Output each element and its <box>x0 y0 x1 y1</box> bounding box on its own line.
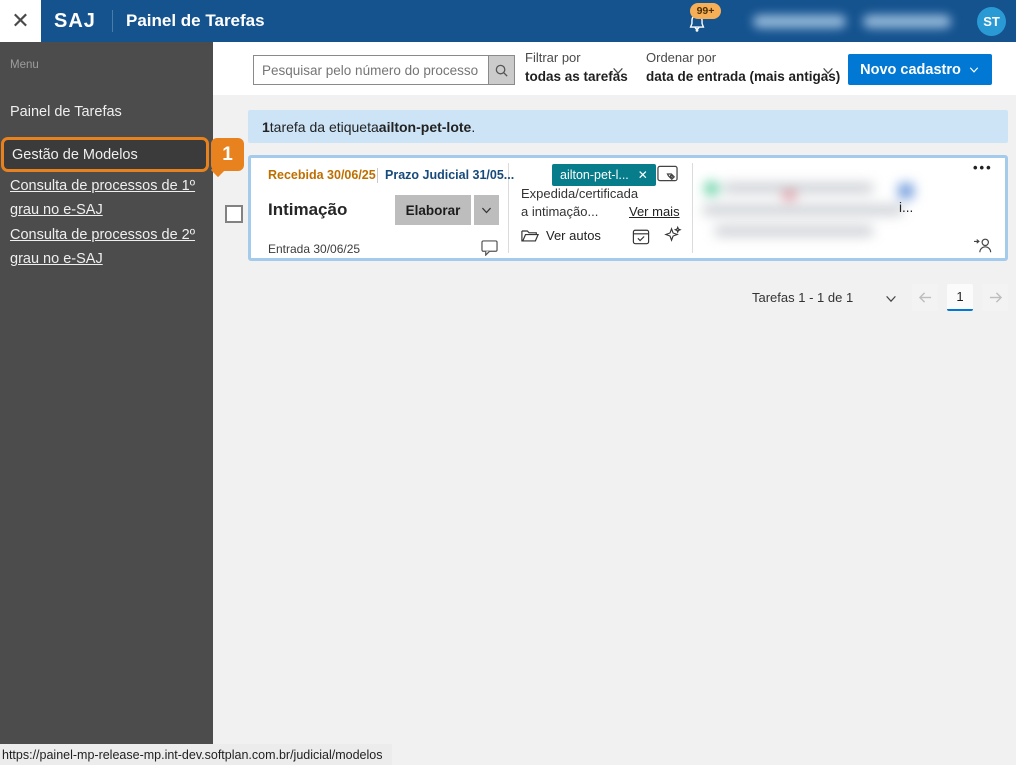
sidebar-item-consulta-2-grau[interactable]: Consulta de processos de 2º grau no e-SA… <box>10 223 208 271</box>
sidebar-item-gestao-de-modelos[interactable]: Gestão de Modelos <box>1 137 209 172</box>
sort-label: Ordenar por <box>646 50 717 65</box>
ver-autos-label: Ver autos <box>546 228 601 243</box>
elaborar-dropdown-button[interactable] <box>474 195 499 225</box>
ver-autos-link[interactable]: Ver autos <box>521 228 601 243</box>
tag-chip-label: ailton-pet-l... <box>560 168 629 182</box>
banner-period: . <box>471 118 476 135</box>
banner-text: tarefa da etiqueta <box>269 118 379 135</box>
topbar-divider <box>112 10 113 32</box>
elaborar-button[interactable]: Elaborar <box>395 195 471 225</box>
chevron-down-icon <box>481 207 492 213</box>
annotation-badge-1: 1 <box>211 138 244 171</box>
arrow-right-icon <box>989 292 1002 303</box>
previous-page-button[interactable] <box>912 284 938 311</box>
ver-mais-link[interactable]: Ver mais <box>629 204 680 219</box>
comment-icon[interactable] <box>481 240 498 256</box>
novo-cadastro-label: Novo cadastro <box>860 61 961 78</box>
app-window: ✕ SAJ Painel de Tarefas 99+ ST Menu Pain… <box>0 0 1016 765</box>
status-bar-url: https://painel-mp-release-mp.int-dev.sof… <box>0 744 392 765</box>
truncated-text: i... <box>899 200 914 215</box>
redacted-text-line <box>703 205 903 215</box>
open-folder-icon <box>521 230 539 242</box>
received-date: Recebida 30/06/25 <box>268 168 376 182</box>
redacted-highlight <box>899 184 913 198</box>
redacted-user-name <box>753 15 846 28</box>
redacted-user-role <box>863 15 951 28</box>
redacted-text-line <box>723 183 873 193</box>
chevron-down-icon[interactable] <box>884 292 898 306</box>
tag-chip[interactable]: ailton-pet-l... ✕ <box>552 164 656 186</box>
task-checkbox[interactable] <box>225 205 243 223</box>
card-divider <box>692 163 693 253</box>
chevron-down-icon[interactable] <box>611 64 625 78</box>
sidebar-item-label: Gestão de Modelos <box>12 146 138 163</box>
chevron-down-icon <box>969 66 979 73</box>
page-title: Painel de Tarefas <box>126 11 265 30</box>
assign-person-icon[interactable] <box>973 236 993 254</box>
search-area <box>253 55 515 85</box>
sidebar: Menu Painel de Tarefas Gestão de Modelos… <box>0 42 213 765</box>
saj-logo[interactable]: SAJ <box>54 0 96 42</box>
close-icon[interactable]: ✕ <box>0 0 41 42</box>
banner-tag-name: ailton-pet-lote <box>378 118 472 135</box>
manage-tags-icon[interactable] <box>657 165 678 183</box>
tag-remove-icon[interactable]: ✕ <box>638 168 648 182</box>
entry-date: Entrada 30/06/25 <box>268 242 361 256</box>
arrow-left-icon <box>918 292 931 303</box>
redacted-process-info <box>703 174 913 244</box>
calendar-check-icon[interactable] <box>632 228 650 245</box>
avatar[interactable]: ST <box>977 7 1006 36</box>
redacted-text-line <box>715 226 873 236</box>
sidebar-menu-label: Menu <box>10 59 39 71</box>
task-card[interactable]: Recebida 30/06/25 Prazo Judicial 31/05..… <box>248 155 1008 261</box>
toolbar: Filtrar por todas as tarefas Ordenar por… <box>213 42 1016 95</box>
search-icon <box>495 64 508 77</box>
search-input[interactable] <box>253 55 489 85</box>
sidebar-item-consulta-1-grau[interactable]: Consulta de processos de 1º grau no e-SA… <box>10 174 208 222</box>
movement-text: a intimação... <box>521 204 599 219</box>
sparkle-ai-icon[interactable] <box>663 225 682 244</box>
search-button[interactable] <box>489 55 515 85</box>
chevron-down-icon[interactable] <box>821 64 835 78</box>
sort-value: data de entrada (mais antigas) <box>646 69 841 84</box>
redacted-status-dot-green <box>705 182 718 195</box>
tag-filter-banner: 1 tarefa da etiqueta ailton-pet-lote. <box>248 110 1008 143</box>
next-page-button[interactable] <box>982 284 1008 311</box>
novo-cadastro-button[interactable]: Novo cadastro <box>848 54 992 85</box>
sidebar-item-painel-de-tarefas[interactable]: Painel de Tarefas <box>10 104 122 120</box>
top-bar: ✕ SAJ Painel de Tarefas 99+ ST <box>0 0 1016 42</box>
movement-text: Expedida/certificada <box>521 186 639 201</box>
banner-count: 1 <box>262 118 270 135</box>
pagination-summary: Tarefas 1 - 1 de 1 <box>752 290 854 305</box>
notification-count-badge: 99+ <box>690 3 721 19</box>
task-title: Intimação <box>268 200 348 219</box>
page-number-1[interactable]: 1 <box>947 284 973 311</box>
sort-dropdown[interactable]: Ordenar por data de entrada (mais antiga… <box>646 49 840 86</box>
date-separator <box>377 168 378 183</box>
more-options-icon[interactable]: ••• <box>973 160 993 175</box>
judicial-deadline: Prazo Judicial 31/05... <box>385 168 515 182</box>
